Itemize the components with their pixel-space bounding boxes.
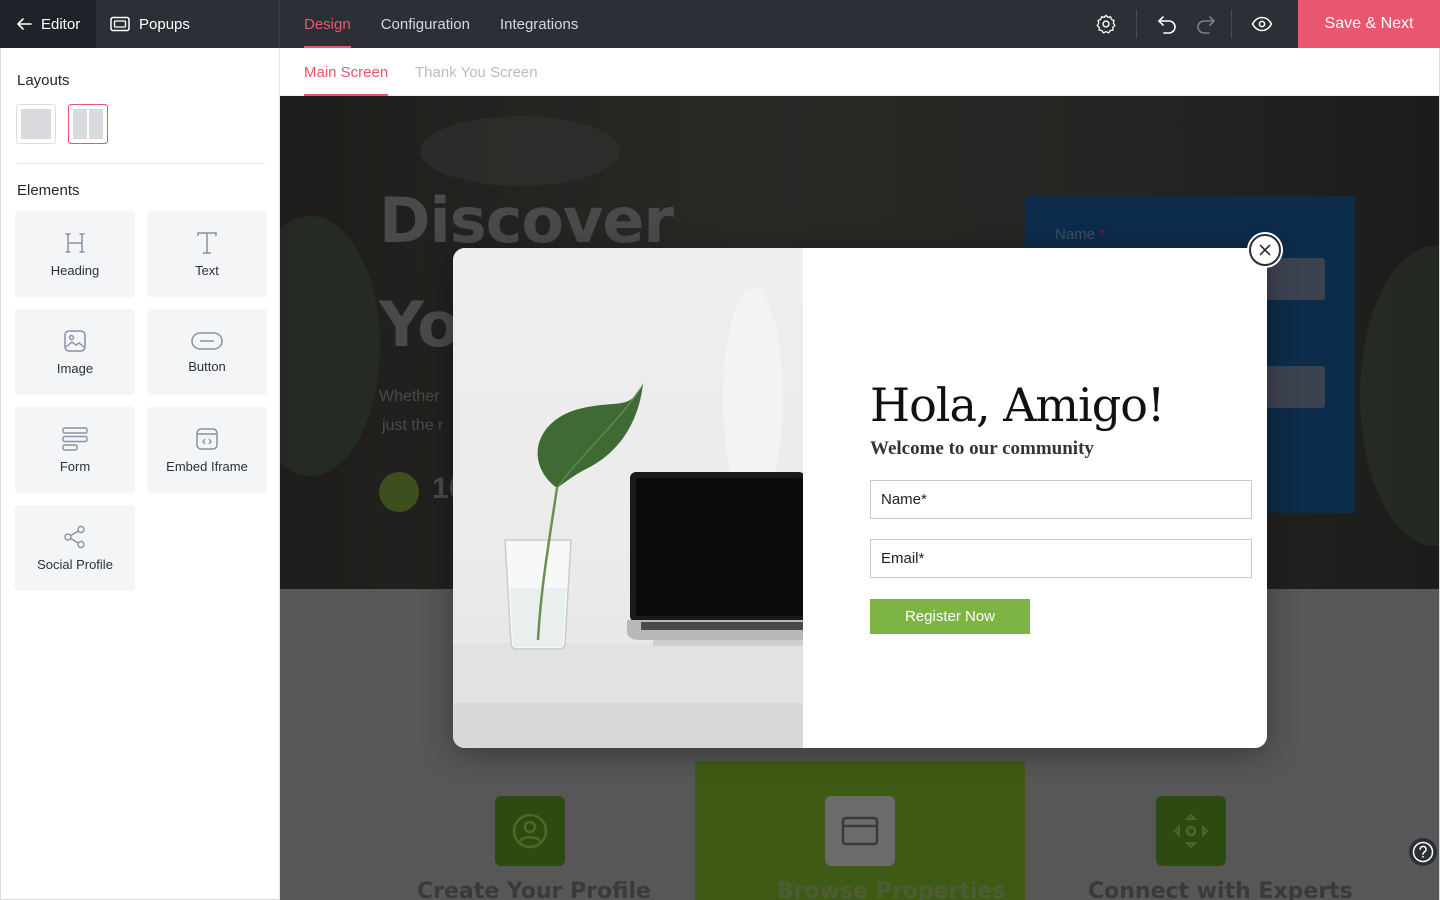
undo-button[interactable] [1145, 0, 1189, 48]
popup-title[interactable]: Hola, Amigo! [870, 378, 1165, 432]
user-icon [495, 796, 565, 866]
tab-main-screen[interactable]: Main Screen [304, 48, 389, 96]
hero-paragraph-line2: just the r [382, 417, 444, 434]
element-label: Social Profile [37, 556, 113, 572]
undo-icon [1158, 16, 1176, 34]
help-icon [1412, 841, 1434, 863]
popup-preview[interactable]: Hola, Amigo! Welcome to our community Na… [453, 248, 1267, 748]
popup-window-icon [110, 16, 130, 32]
elements-sidebar: Layouts Elements Heading Text Image Butt… [0, 48, 280, 900]
toolbar-divider [1231, 10, 1232, 38]
feature-title: Browse Properties [777, 879, 1006, 900]
main-tabs: Design Configuration Integrations [304, 0, 578, 48]
layout-block [73, 109, 87, 139]
help-button[interactable] [1409, 838, 1437, 866]
close-icon [1259, 244, 1271, 256]
element-label: Image [56, 360, 94, 376]
element-text[interactable]: Text [147, 211, 267, 297]
popup-content: Hola, Amigo! Welcome to our community Na… [803, 248, 1267, 748]
elements-title: Elements [17, 182, 80, 199]
back-to-editor-button[interactable]: Editor [0, 0, 96, 48]
section-label: Popups [139, 15, 190, 33]
hero-paragraph-line1: Whether [379, 388, 440, 405]
top-bar: Editor Popups Design Configuration Integ… [0, 0, 1440, 48]
hero-plant-decoration [1360, 246, 1439, 546]
element-image[interactable]: Image [15, 309, 135, 395]
toolbar-actions: Save & Next [1084, 0, 1440, 48]
element-label: Heading [50, 262, 100, 278]
element-form[interactable]: Form [15, 407, 135, 493]
register-button[interactable]: Register Now [870, 599, 1030, 634]
button-icon [191, 331, 223, 350]
popup-image[interactable] [453, 248, 803, 748]
tab-thank-you-screen[interactable]: Thank You Screen [415, 48, 538, 96]
redo-icon [1197, 16, 1215, 34]
page-form-label: Name * [1055, 226, 1105, 243]
layout-two-column[interactable] [68, 104, 108, 144]
layout-block [21, 109, 51, 139]
heading-icon [65, 232, 85, 253]
element-label: Form [59, 458, 91, 474]
close-popup-button[interactable] [1249, 234, 1281, 266]
text-icon [197, 231, 217, 254]
element-button[interactable]: Button [147, 309, 267, 395]
tab-design[interactable]: Design [304, 0, 351, 48]
settings-icon [1096, 14, 1116, 34]
hero-frame-decoration [420, 116, 620, 186]
preview-button[interactable] [1240, 0, 1284, 48]
email-field[interactable]: Email* [870, 539, 1252, 578]
element-heading[interactable]: Heading [15, 211, 135, 297]
hero-plant-decoration [280, 216, 380, 476]
embed-icon [196, 427, 218, 450]
popup-subtitle[interactable]: Welcome to our community [870, 438, 1094, 460]
element-label: Button [188, 358, 226, 374]
form-icon [62, 426, 88, 451]
image-icon [64, 329, 86, 352]
layouts-title: Layouts [17, 72, 70, 89]
feature-title: Create Your Profile [417, 879, 651, 900]
page-form-label-text: Name [1055, 226, 1096, 243]
layout-block [89, 109, 103, 139]
toolbar-divider [1136, 10, 1137, 38]
screen-tabs: Main Screen Thank You Screen [280, 48, 1440, 96]
popups-section: Popups [96, 0, 280, 48]
required-mark: * [1099, 226, 1106, 243]
settings-button[interactable] [1084, 0, 1128, 48]
element-embed-iframe[interactable]: Embed Iframe [147, 407, 267, 493]
browser-icon [825, 796, 895, 866]
network-icon [1156, 796, 1226, 866]
name-field[interactable]: Name* [870, 480, 1252, 519]
layout-single-column[interactable] [16, 104, 56, 144]
share-icon [64, 525, 85, 548]
tab-integrations[interactable]: Integrations [500, 0, 578, 48]
back-label: Editor [41, 15, 81, 33]
desk-laptop-plant-illustration [453, 288, 803, 748]
hero-heading-line2: Yo [379, 288, 460, 361]
feature-title: Connect with Experts [1088, 879, 1353, 900]
arrow-left-icon [17, 18, 32, 30]
redo-button[interactable] [1189, 0, 1223, 48]
element-social-profile[interactable]: Social Profile [15, 505, 135, 591]
tab-configuration[interactable]: Configuration [381, 0, 470, 48]
bell-icon [379, 472, 419, 512]
eye-icon [1251, 16, 1273, 32]
sidebar-divider [17, 163, 265, 164]
save-next-button[interactable]: Save & Next [1298, 0, 1440, 48]
element-label: Embed Iframe [166, 458, 248, 474]
element-label: Text [195, 262, 219, 278]
hero-heading-line1: Discover [379, 184, 674, 257]
